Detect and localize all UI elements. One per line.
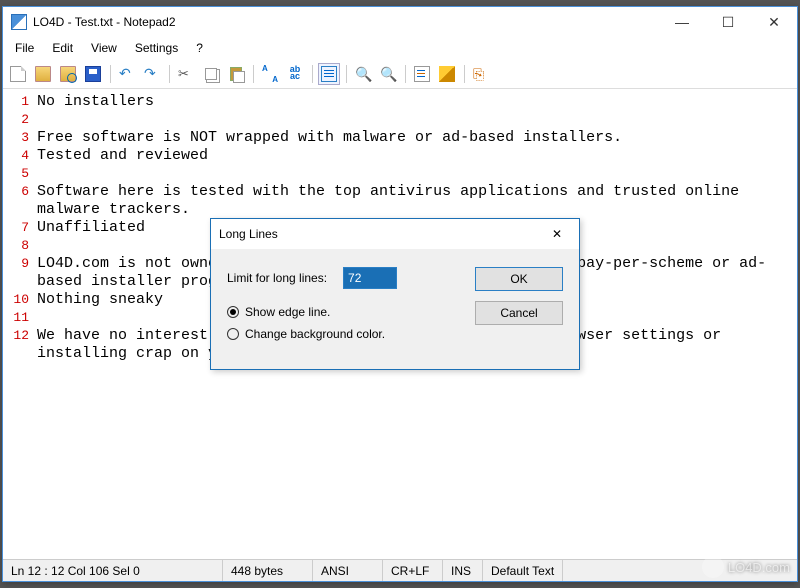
menu-view[interactable]: View (83, 39, 125, 57)
status-eol[interactable]: CR+LF (383, 560, 443, 581)
radio-edge-label: Show edge line. (245, 305, 330, 319)
dialog-title-text: Long Lines (219, 227, 543, 241)
line-number: 5 (3, 165, 29, 183)
copy-icon (205, 68, 217, 80)
dialog-body: Limit for long lines: Show edge line. Ch… (211, 249, 579, 369)
menubar: File Edit View Settings ? (3, 37, 797, 59)
line-number: 7 (3, 219, 29, 237)
line-number: 11 (3, 309, 29, 327)
line-number: 10 (3, 291, 29, 309)
exit-button[interactable]: ⎘ (470, 63, 492, 85)
clipboard-icon (230, 67, 242, 81)
window-title: LO4D - Test.txt - Notepad2 (33, 15, 659, 29)
scheme-button[interactable] (411, 63, 433, 85)
redo-arrow-icon: ↷ (144, 66, 160, 82)
separator (250, 63, 256, 85)
copy-button[interactable] (200, 63, 222, 85)
redo-button[interactable]: ↷ (141, 63, 163, 85)
new-file-icon (10, 66, 26, 82)
menu-help[interactable]: ? (188, 39, 211, 57)
radio-icon (227, 306, 239, 318)
close-button[interactable]: ✕ (751, 7, 797, 37)
separator (309, 63, 315, 85)
line-number: 12 (3, 327, 29, 363)
status-syntax[interactable]: Default Text (483, 560, 563, 581)
watermark-text: LO4D.com (728, 560, 790, 575)
line-number: 3 (3, 129, 29, 147)
radio-icon (227, 328, 239, 340)
text-line[interactable]: No installers (37, 93, 797, 111)
word-wrap-icon (321, 66, 337, 82)
zoom-out-icon: 🔍 (380, 66, 396, 82)
text-line[interactable] (37, 111, 797, 129)
statusbar: Ln 12 : 12 Col 106 Sel 0 448 bytes ANSI … (3, 559, 797, 581)
replace-button[interactable]: abac (284, 63, 306, 85)
app-icon (11, 14, 27, 30)
window-controls: — ☐ ✕ (659, 7, 797, 37)
radio-change-bg[interactable]: Change background color. (227, 327, 563, 341)
wordwrap-button[interactable] (318, 63, 340, 85)
separator (461, 63, 467, 85)
open-button[interactable] (32, 63, 54, 85)
cancel-button[interactable]: Cancel (475, 301, 563, 325)
line-number: 2 (3, 111, 29, 129)
line-number: 9 (3, 255, 29, 291)
status-insert-mode[interactable]: INS (443, 560, 483, 581)
status-encoding[interactable]: ANSI (313, 560, 383, 581)
cut-button[interactable]: ✂ (175, 63, 197, 85)
menu-settings[interactable]: Settings (127, 39, 186, 57)
text-line[interactable]: Software here is tested with the top ant… (37, 183, 797, 219)
save-button[interactable] (82, 63, 104, 85)
ok-button[interactable]: OK (475, 267, 563, 291)
pencil-icon (439, 66, 455, 82)
line-number: 4 (3, 147, 29, 165)
long-lines-dialog: Long Lines ✕ Limit for long lines: Show … (210, 218, 580, 370)
maximize-button[interactable]: ☐ (705, 7, 751, 37)
separator (107, 63, 113, 85)
undo-button[interactable]: ↶ (116, 63, 138, 85)
binoculars-icon (262, 66, 278, 82)
watermark: LO4D.com (702, 556, 790, 578)
new-button[interactable] (7, 63, 29, 85)
status-position: Ln 12 : 12 Col 106 Sel 0 (3, 560, 223, 581)
save-disk-icon (85, 66, 101, 82)
limit-input[interactable] (343, 267, 397, 289)
scissors-icon: ✂ (178, 66, 194, 82)
find-button[interactable] (259, 63, 281, 85)
text-line[interactable]: Free software is NOT wrapped with malwar… (37, 129, 797, 147)
dialog-close-button[interactable]: ✕ (543, 223, 571, 245)
titlebar[interactable]: LO4D - Test.txt - Notepad2 — ☐ ✕ (3, 7, 797, 37)
status-filesize: 448 bytes (223, 560, 313, 581)
text-line[interactable]: Tested and reviewed (37, 147, 797, 165)
watermark-logo-icon (702, 556, 724, 578)
toolbar: ↶ ↷ ✂ abac 🔍 🔍 ⎘ (3, 59, 797, 89)
zoom-out-button[interactable]: 🔍 (377, 63, 399, 85)
zoom-in-button[interactable]: 🔍 (352, 63, 374, 85)
radio-bg-label: Change background color. (245, 327, 385, 341)
line-number: 6 (3, 183, 29, 219)
separator (343, 63, 349, 85)
menu-file[interactable]: File (7, 39, 42, 57)
minimize-button[interactable]: — (659, 7, 705, 37)
separator (166, 63, 172, 85)
zoom-in-icon: 🔍 (355, 66, 371, 82)
open-folder-icon (35, 66, 51, 82)
paste-button[interactable] (225, 63, 247, 85)
line-number-gutter: 123456789101112 (3, 89, 33, 559)
browse-button[interactable] (57, 63, 79, 85)
line-number: 8 (3, 237, 29, 255)
exit-door-icon: ⎘ (473, 66, 489, 82)
undo-arrow-icon: ↶ (119, 66, 135, 82)
customize-button[interactable] (436, 63, 458, 85)
line-number: 1 (3, 93, 29, 111)
dialog-titlebar[interactable]: Long Lines ✕ (211, 219, 579, 249)
replace-icon: abac (287, 66, 303, 82)
text-line[interactable] (37, 165, 797, 183)
browse-folder-icon (60, 66, 76, 82)
separator (402, 63, 408, 85)
menu-edit[interactable]: Edit (44, 39, 81, 57)
scheme-icon (414, 66, 430, 82)
limit-label: Limit for long lines: (227, 271, 327, 285)
